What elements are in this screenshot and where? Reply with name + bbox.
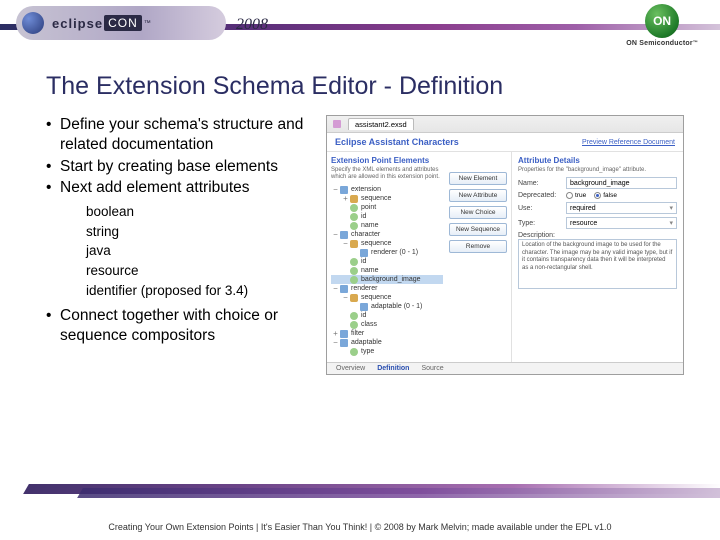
sub-bullets: boolean string java resource identifier … (86, 202, 324, 300)
name-field[interactable]: background_image (566, 177, 677, 189)
chevron-down-icon (669, 204, 673, 212)
description-label: Description: (518, 232, 677, 239)
tab-overview[interactable]: Overview (333, 364, 368, 373)
details-heading: Attribute Details (518, 156, 677, 165)
on-subtext: ON Semiconductor™ (626, 40, 698, 47)
editor-bottom-tabs: Overview Definition Source (327, 362, 683, 374)
elements-desc: Specify the XML elements and attributes … (331, 167, 443, 181)
attr-icon (350, 312, 358, 320)
element-icon (340, 330, 348, 338)
sub-bullet-java: java (86, 241, 324, 261)
editor-file-tab[interactable]: assistant2.exsd (348, 118, 414, 130)
element-icon (340, 285, 348, 293)
attr-icon (350, 321, 358, 329)
editor-doc-title: Eclipse Assistant Characters (335, 137, 459, 147)
logo-year: 2008 (236, 16, 268, 34)
attr-icon (350, 258, 358, 266)
editor-body: Extension Point Elements Specify the XML… (327, 152, 683, 362)
remove-button[interactable]: Remove (449, 240, 507, 253)
on-semiconductor-logo: ON ON Semiconductor™ (626, 4, 698, 47)
globe-icon (22, 12, 44, 34)
new-element-button[interactable]: New Element (449, 172, 507, 185)
chevron-down-icon (669, 219, 673, 227)
on-ball-icon: ON (645, 4, 679, 38)
details-desc: Properties for the "background_image" at… (518, 167, 677, 173)
name-label: Name: (518, 180, 566, 187)
eclipsecon-logo: eclipse CON ™ (16, 6, 226, 40)
deprecated-radio-group: true false (566, 192, 617, 199)
use-select[interactable]: required (566, 202, 677, 214)
element-icon (360, 303, 368, 311)
element-tree[interactable]: −extension +sequence point id name −char… (331, 185, 443, 356)
deprecated-label: Deprecated: (518, 192, 566, 199)
deprecated-false-radio[interactable]: false (594, 192, 617, 199)
element-icon (340, 186, 348, 194)
element-icon (360, 249, 368, 257)
attr-icon (350, 213, 358, 221)
tree-buttons: New Element New Attribute New Choice New… (445, 152, 511, 362)
screenshot-panel: assistant2.exsd Eclipse Assistant Charac… (326, 115, 684, 375)
tab-source[interactable]: Source (418, 364, 446, 373)
logo-tm: ™ (144, 20, 151, 27)
file-icon (333, 120, 341, 128)
element-icon (340, 339, 348, 347)
new-sequence-button[interactable]: New Sequence (449, 223, 507, 236)
new-choice-button[interactable]: New Choice (449, 206, 507, 219)
new-attribute-button[interactable]: New Attribute (449, 189, 507, 202)
sub-bullet-resource: resource (86, 261, 324, 281)
type-select[interactable]: resource (566, 217, 677, 229)
bullet-3: Next add element attributes (46, 178, 324, 198)
use-label: Use: (518, 205, 566, 212)
editor-tab-bar: assistant2.exsd (327, 116, 683, 133)
element-icon (340, 231, 348, 239)
description-textarea[interactable]: Location of the background image to be u… (518, 239, 677, 289)
logo-con-text: CON (104, 15, 142, 31)
tree-selected-node: background_image (331, 275, 443, 284)
slide-content: Define your schema's structure and relat… (46, 115, 720, 375)
attr-icon (350, 222, 358, 230)
elements-section: Extension Point Elements Specify the XML… (327, 152, 445, 362)
bullet-1: Define your schema's structure and relat… (46, 115, 324, 155)
eclipse-editor-panel: assistant2.exsd Eclipse Assistant Charac… (326, 115, 684, 375)
editor-header: Eclipse Assistant Characters Preview Ref… (327, 133, 683, 152)
bullet-2: Start by creating base elements (46, 157, 324, 177)
logo-eclipse-text: eclipse (52, 16, 103, 31)
slide-footer: Creating Your Own Extension Points | It'… (0, 522, 720, 532)
details-section: Attribute Details Properties for the "ba… (511, 152, 683, 362)
sequence-icon (350, 294, 358, 302)
slide: { "header": { "logo_main": "eclipse", "l… (0, 0, 720, 540)
attr-icon (350, 267, 358, 275)
preview-link[interactable]: Preview Reference Document (582, 139, 675, 146)
bullet-column: Define your schema's structure and relat… (46, 115, 324, 375)
deprecated-true-radio[interactable]: true (566, 192, 586, 199)
sequence-icon (350, 195, 358, 203)
footer-band (0, 484, 720, 510)
sequence-icon (350, 240, 358, 248)
sub-bullet-boolean: boolean (86, 202, 324, 222)
type-label: Type: (518, 220, 566, 227)
slide-title: The Extension Schema Editor - Definition (46, 72, 720, 101)
elements-heading: Extension Point Elements (331, 156, 443, 165)
slide-header: eclipse CON ™ 2008 ON ON Semiconductor™ (0, 0, 720, 46)
tab-definition[interactable]: Definition (374, 364, 412, 373)
sub-bullet-string: string (86, 222, 324, 242)
attr-icon (350, 348, 358, 356)
sub-bullet-identifier: identifier (proposed for 3.4) (86, 281, 324, 301)
attr-icon (350, 204, 358, 212)
attr-icon (350, 276, 358, 284)
bullet-4: Connect together with choice or sequence… (46, 306, 324, 346)
